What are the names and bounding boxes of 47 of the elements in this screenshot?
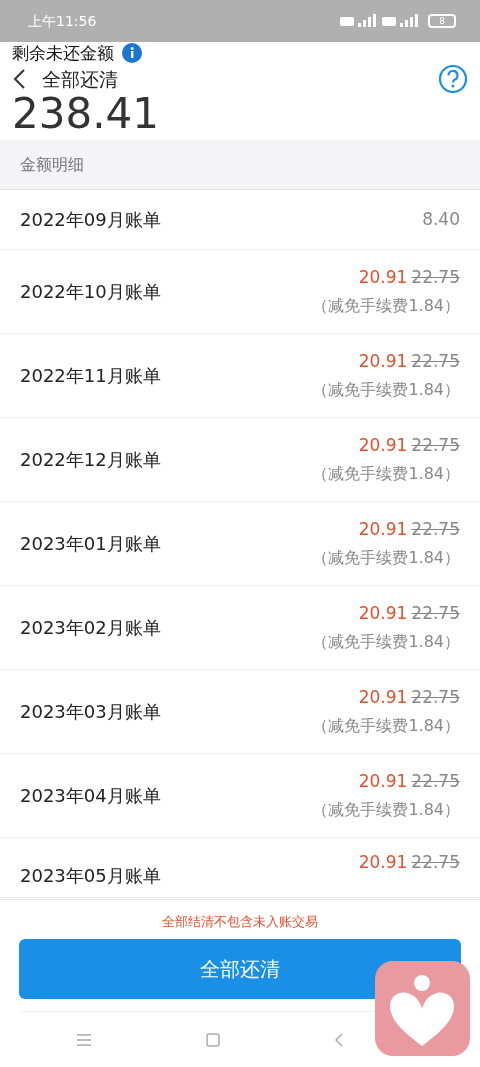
original-amount: 22.75 — [411, 851, 460, 874]
help-icon[interactable] — [438, 64, 468, 94]
status-time: 上午11:56 — [27, 11, 97, 31]
fee-waiver-note: （减免手续费1.84） — [312, 463, 460, 486]
discounted-amount: 20.91 — [358, 685, 408, 709]
discounted-amount: 20.91 — [358, 265, 408, 289]
notice-text: 全部结清不包含未入账交易 — [162, 912, 318, 931]
home-icon[interactable] — [206, 1032, 220, 1047]
original-amount: 22.75 — [411, 769, 460, 793]
discounted-amount: 20.91 — [358, 517, 408, 541]
signal-icon — [340, 14, 420, 28]
bill-month: 2023年05月账单 — [20, 864, 161, 888]
original-amount: 22.75 — [411, 349, 460, 373]
bill-month: 2023年01月账单 — [20, 532, 161, 556]
fee-waiver-note: （减免手续费1.84） — [312, 715, 460, 738]
bill-month: 2023年03月账单 — [20, 700, 161, 724]
fee-waiver-note: （减免手续费1.84） — [312, 379, 460, 402]
bill-month: 2023年04月账单 — [20, 784, 161, 808]
page-title: 全部还清 — [42, 67, 118, 91]
original-amount: 22.75 — [411, 433, 460, 457]
bill-month: 2022年09月账单 — [20, 208, 161, 232]
original-amount: 22.75 — [411, 685, 460, 709]
balance-label: 剩余未还金额 — [12, 42, 114, 64]
original-amount: 22.75 — [411, 517, 460, 541]
bill-amount: 8.40 — [422, 207, 460, 231]
discounted-amount: 20.91 — [358, 349, 408, 373]
bill-month: 2022年11月账单 — [20, 364, 161, 388]
battery-level: 8 — [439, 16, 445, 26]
fee-waiver-note: （减免手续费1.84） — [312, 799, 460, 822]
bill-month: 2022年12月账单 — [20, 448, 161, 472]
back-icon[interactable] — [12, 68, 26, 90]
bill-month: 2023年02月账单 — [20, 616, 161, 640]
info-icon[interactable] — [122, 43, 142, 63]
menu-icon[interactable] — [77, 1033, 92, 1046]
balance-amount: 238.41 — [12, 94, 160, 134]
discounted-amount: 20.91 — [358, 851, 408, 874]
bill-month: 2022年10月账单 — [20, 280, 161, 304]
discounted-amount: 20.91 — [358, 433, 408, 457]
fee-waiver-note: （减免手续费1.84） — [312, 631, 460, 654]
discounted-amount: 20.91 — [358, 601, 408, 625]
section-title: 金额明细 — [20, 153, 84, 176]
original-amount: 22.75 — [411, 265, 460, 289]
fee-waiver-note: （减免手续费1.84） — [312, 295, 460, 318]
fee-waiver-note: （减免手续费1.84） — [312, 547, 460, 570]
original-amount: 22.75 — [411, 601, 460, 625]
discounted-amount: 20.91 — [358, 769, 408, 793]
floating-heart-overlay[interactable] — [375, 961, 470, 1056]
